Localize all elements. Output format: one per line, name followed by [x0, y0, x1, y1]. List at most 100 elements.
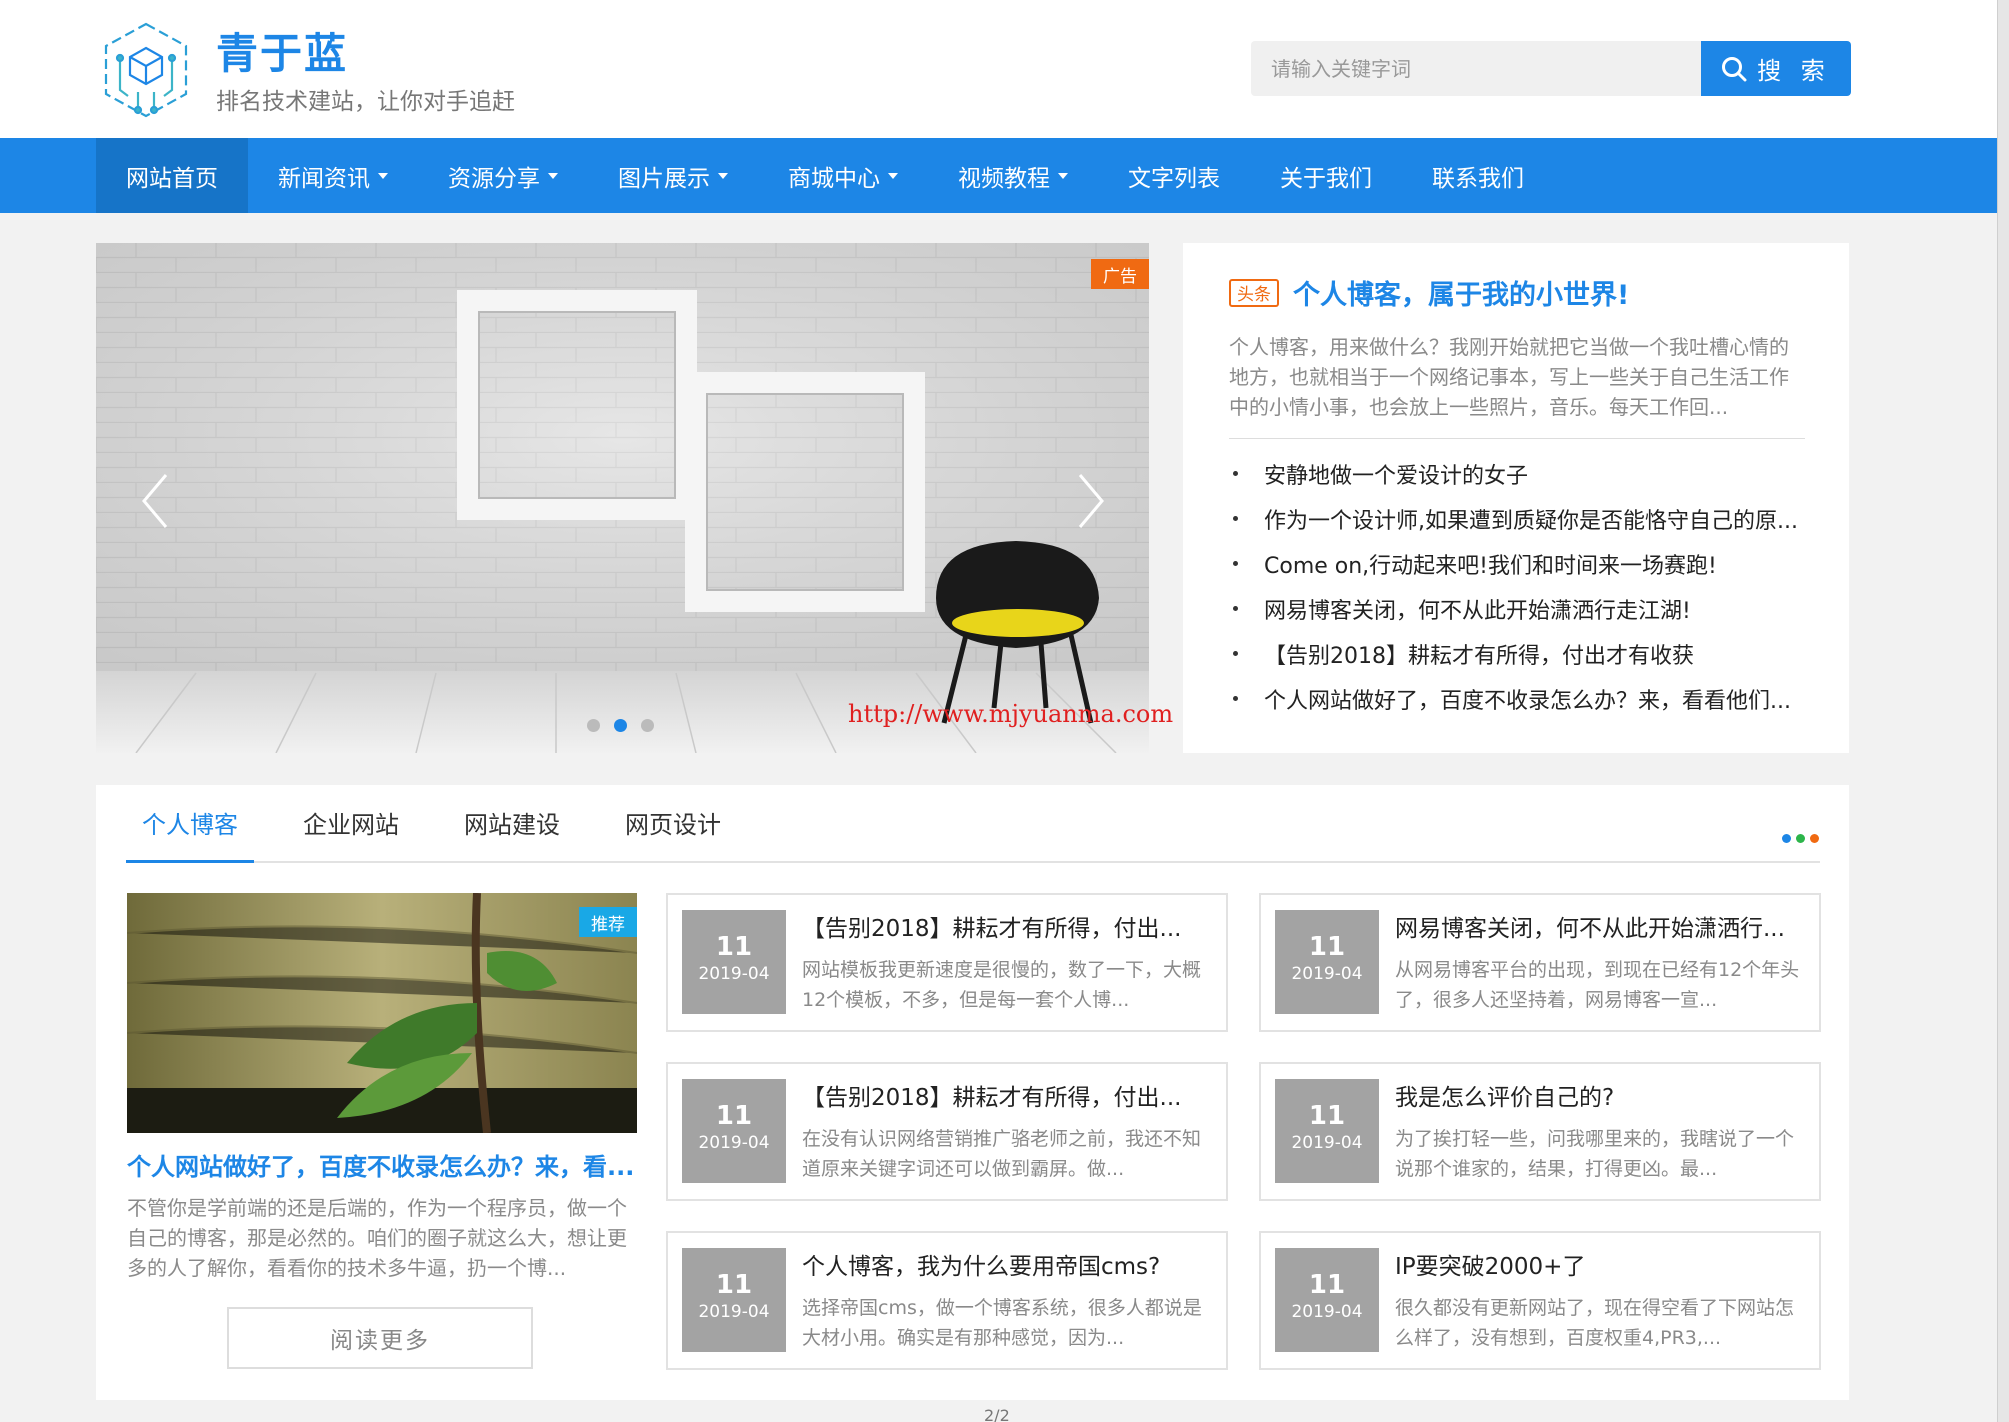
list-item[interactable]: 【告别2018】耕耘才有所得，付出才有收获 — [1229, 631, 1803, 676]
page-scrollbar[interactable] — [1997, 0, 2009, 1422]
bullet-icon — [1233, 471, 1238, 476]
card-summary: 选择帝国cms，做一个博客系统，很多人都说是大材小用。确实是有那种感觉，因为..… — [802, 1297, 1202, 1349]
featured-summary: 不管你是学前端的还是后端的，作为一个程序员，做一个自己的博客，那是必然的。咱们的… — [127, 1196, 627, 1280]
headline-panel: 头条 个人博客，属于我的小世界! 个人博客，用来做什么？我刚开始就把它当做一个我… — [1183, 243, 1849, 753]
date-day: 11 — [1308, 1270, 1346, 1300]
image-slider[interactable]: 广告 — [96, 243, 1149, 753]
date-year-month: 2019-04 — [1291, 964, 1363, 984]
nav-label: 联系我们 — [1432, 165, 1524, 192]
more-dots-icon[interactable] — [1782, 834, 1819, 843]
card-title[interactable]: 我是怎么评价自己的? — [1395, 1078, 1805, 1112]
bullet-icon — [1233, 606, 1238, 611]
nav-item-home[interactable]: 网站首页 — [96, 138, 248, 213]
article-card[interactable]: 11 2019-04 【告别2018】耕耘才有所得，付出... 在没有认识网络营… — [666, 1062, 1228, 1201]
date-year-month: 2019-04 — [1291, 1133, 1363, 1153]
nav-item-videos[interactable]: 视频教程 — [928, 138, 1098, 213]
bullet-icon — [1233, 561, 1238, 566]
slide-dot[interactable] — [587, 719, 600, 732]
watermark-text: http://www.mjyuanma.com — [848, 700, 1174, 728]
date-day: 11 — [715, 1101, 753, 1131]
card-title[interactable]: 【告别2018】耕耘才有所得，付出... — [802, 1078, 1212, 1112]
card-summary: 为了挨打轻一些，问我哪里来的，我瞎说了一个说那个谁家的，结果，打得更凶。最... — [1395, 1128, 1795, 1180]
tab-site-building[interactable]: 网站建设 — [448, 783, 576, 861]
date-year-month: 2019-04 — [1291, 1302, 1363, 1322]
list-item-label: 作为一个设计师,如果遭到质疑你是否能恪守自己的原... — [1264, 508, 1798, 534]
article-card[interactable]: 11 2019-04 网易博客关闭，何不从此开始潇洒行... 从网易博客平台的出… — [1259, 893, 1821, 1032]
card-title[interactable]: 个人博客，我为什么要用帝国cms? — [802, 1247, 1212, 1281]
list-item-label: 个人网站做好了，百度不收录怎么办？来，看看他们... — [1264, 688, 1791, 714]
nav-item-resources[interactable]: 资源分享 — [418, 138, 588, 213]
search-input[interactable] — [1251, 41, 1701, 96]
date-day: 11 — [715, 932, 753, 962]
nav-item-about[interactable]: 关于我们 — [1250, 138, 1402, 213]
card-summary: 网站模板我更新速度是很慢的，数了一下，大概12个模板，不多，但是每一套个人博..… — [802, 959, 1202, 1011]
slide-image — [96, 243, 1149, 753]
list-item[interactable]: 个人网站做好了，百度不收录怎么办？来，看看他们... — [1229, 676, 1803, 721]
bullet-icon — [1233, 696, 1238, 701]
dot — [1810, 834, 1819, 843]
logo-icon[interactable] — [100, 20, 192, 120]
list-item[interactable]: 作为一个设计师,如果遭到质疑你是否能恪守自己的原... — [1229, 496, 1803, 541]
search-button[interactable]: 搜 索 — [1701, 41, 1851, 96]
list-item[interactable]: Come on,行动起来吧!我们和时间来一场赛跑! — [1229, 541, 1803, 586]
list-item[interactable]: 安静地做一个爱设计的女子 — [1229, 451, 1803, 496]
ad-badge: 广告 — [1091, 259, 1149, 289]
caret-down-icon — [548, 172, 558, 179]
article-card[interactable]: 11 2019-04 我是怎么评价自己的? 为了挨打轻一些，问我哪里来的，我瞎说… — [1259, 1062, 1821, 1201]
site-title[interactable]: 青于蓝 — [216, 20, 348, 81]
site-slogan: 排名技术建站，让你对手追赶 — [216, 89, 515, 115]
list-item-label: 【告别2018】耕耘才有所得，付出才有收获 — [1264, 643, 1694, 669]
card-title[interactable]: 【告别2018】耕耘才有所得，付出... — [802, 909, 1212, 943]
slide-dot[interactable] — [641, 719, 654, 732]
nav-item-gallery[interactable]: 图片展示 — [588, 138, 758, 213]
slide-dots — [587, 719, 654, 732]
card-title[interactable]: IP要突破2000+了 — [1395, 1247, 1805, 1281]
card-summary: 在没有认识网络营销推广骆老师之前，我还不知道原来关键字词还可以做到霸屏。做... — [802, 1128, 1202, 1180]
bullet-icon — [1233, 516, 1238, 521]
headline-title-row: 头条 个人博客，属于我的小世界! — [1229, 273, 1803, 312]
date-day: 11 — [715, 1270, 753, 1300]
nav-label: 新闻资讯 — [278, 165, 370, 192]
date-day: 11 — [1308, 1101, 1346, 1131]
date-badge: 11 2019-04 — [1275, 1079, 1379, 1183]
featured-image[interactable]: 推荐 — [127, 893, 637, 1133]
card-title[interactable]: 网易博客关闭，何不从此开始潇洒行... — [1395, 909, 1805, 943]
search-form: 搜 索 — [1251, 41, 1851, 96]
featured-title[interactable]: 个人网站做好了，百度不收录怎么办？来，看... — [127, 1147, 637, 1182]
read-more-button[interactable]: 阅读更多 — [227, 1307, 533, 1369]
tab-enterprise-site[interactable]: 企业网站 — [287, 783, 415, 861]
date-badge: 11 2019-04 — [1275, 1248, 1379, 1352]
nav-label: 关于我们 — [1280, 165, 1372, 192]
nav-label: 资源分享 — [448, 165, 540, 192]
tab-personal-blog[interactable]: 个人博客 — [126, 783, 254, 863]
chevron-left-icon[interactable] — [140, 471, 170, 531]
date-day: 11 — [1308, 932, 1346, 962]
nav-item-contact[interactable]: 联系我们 — [1402, 138, 1554, 213]
slide-dot-active[interactable] — [614, 719, 627, 732]
headline-summary: 个人博客，用来做什么？我刚开始就把它当做一个我吐槽心情的地方，也就相当于一个网络… — [1229, 335, 1789, 419]
caret-down-icon — [1058, 172, 1068, 179]
tab-web-design[interactable]: 网页设计 — [609, 783, 737, 861]
headline-list: 安静地做一个爱设计的女子 作为一个设计师,如果遭到质疑你是否能恪守自己的原...… — [1229, 451, 1803, 721]
search-icon — [1722, 56, 1747, 81]
nav-label: 图片展示 — [618, 165, 710, 192]
card-summary: 从网易博客平台的出现，到现在已经有12个年头了，很多人还坚持着，网易博客一宣..… — [1395, 959, 1800, 1011]
article-card[interactable]: 11 2019-04 IP要突破2000+了 很久都没有更新网站了，现在得空看了… — [1259, 1231, 1821, 1370]
tab-bar: 个人博客 企业网站 网站建设 网页设计 — [126, 785, 1820, 863]
list-item[interactable]: 网易博客关闭，何不从此开始潇洒行走江湖! — [1229, 586, 1803, 631]
nav-label: 视频教程 — [958, 165, 1050, 192]
nav-label: 商城中心 — [788, 165, 880, 192]
headline-title[interactable]: 个人博客，属于我的小世界! — [1293, 273, 1629, 312]
article-card[interactable]: 11 2019-04 【告别2018】耕耘才有所得，付出... 网站模板我更新速… — [666, 893, 1228, 1032]
page-indicator: 2/2 — [984, 1406, 1010, 1422]
caret-down-icon — [888, 172, 898, 179]
article-card[interactable]: 11 2019-04 个人博客，我为什么要用帝国cms? 选择帝国cms，做一个… — [666, 1231, 1228, 1370]
date-badge: 11 2019-04 — [1275, 910, 1379, 1014]
card-summary: 很久都没有更新网站了，现在得空看了下网站怎么样了，没有想到，百度权重4,PR3,… — [1395, 1297, 1795, 1349]
nav-item-shop[interactable]: 商城中心 — [758, 138, 928, 213]
chevron-right-icon[interactable] — [1076, 471, 1106, 531]
nav-label: 网站首页 — [126, 165, 218, 192]
date-badge: 11 2019-04 — [682, 1079, 786, 1183]
nav-item-text-list[interactable]: 文字列表 — [1098, 138, 1250, 213]
nav-item-news[interactable]: 新闻资讯 — [248, 138, 418, 213]
